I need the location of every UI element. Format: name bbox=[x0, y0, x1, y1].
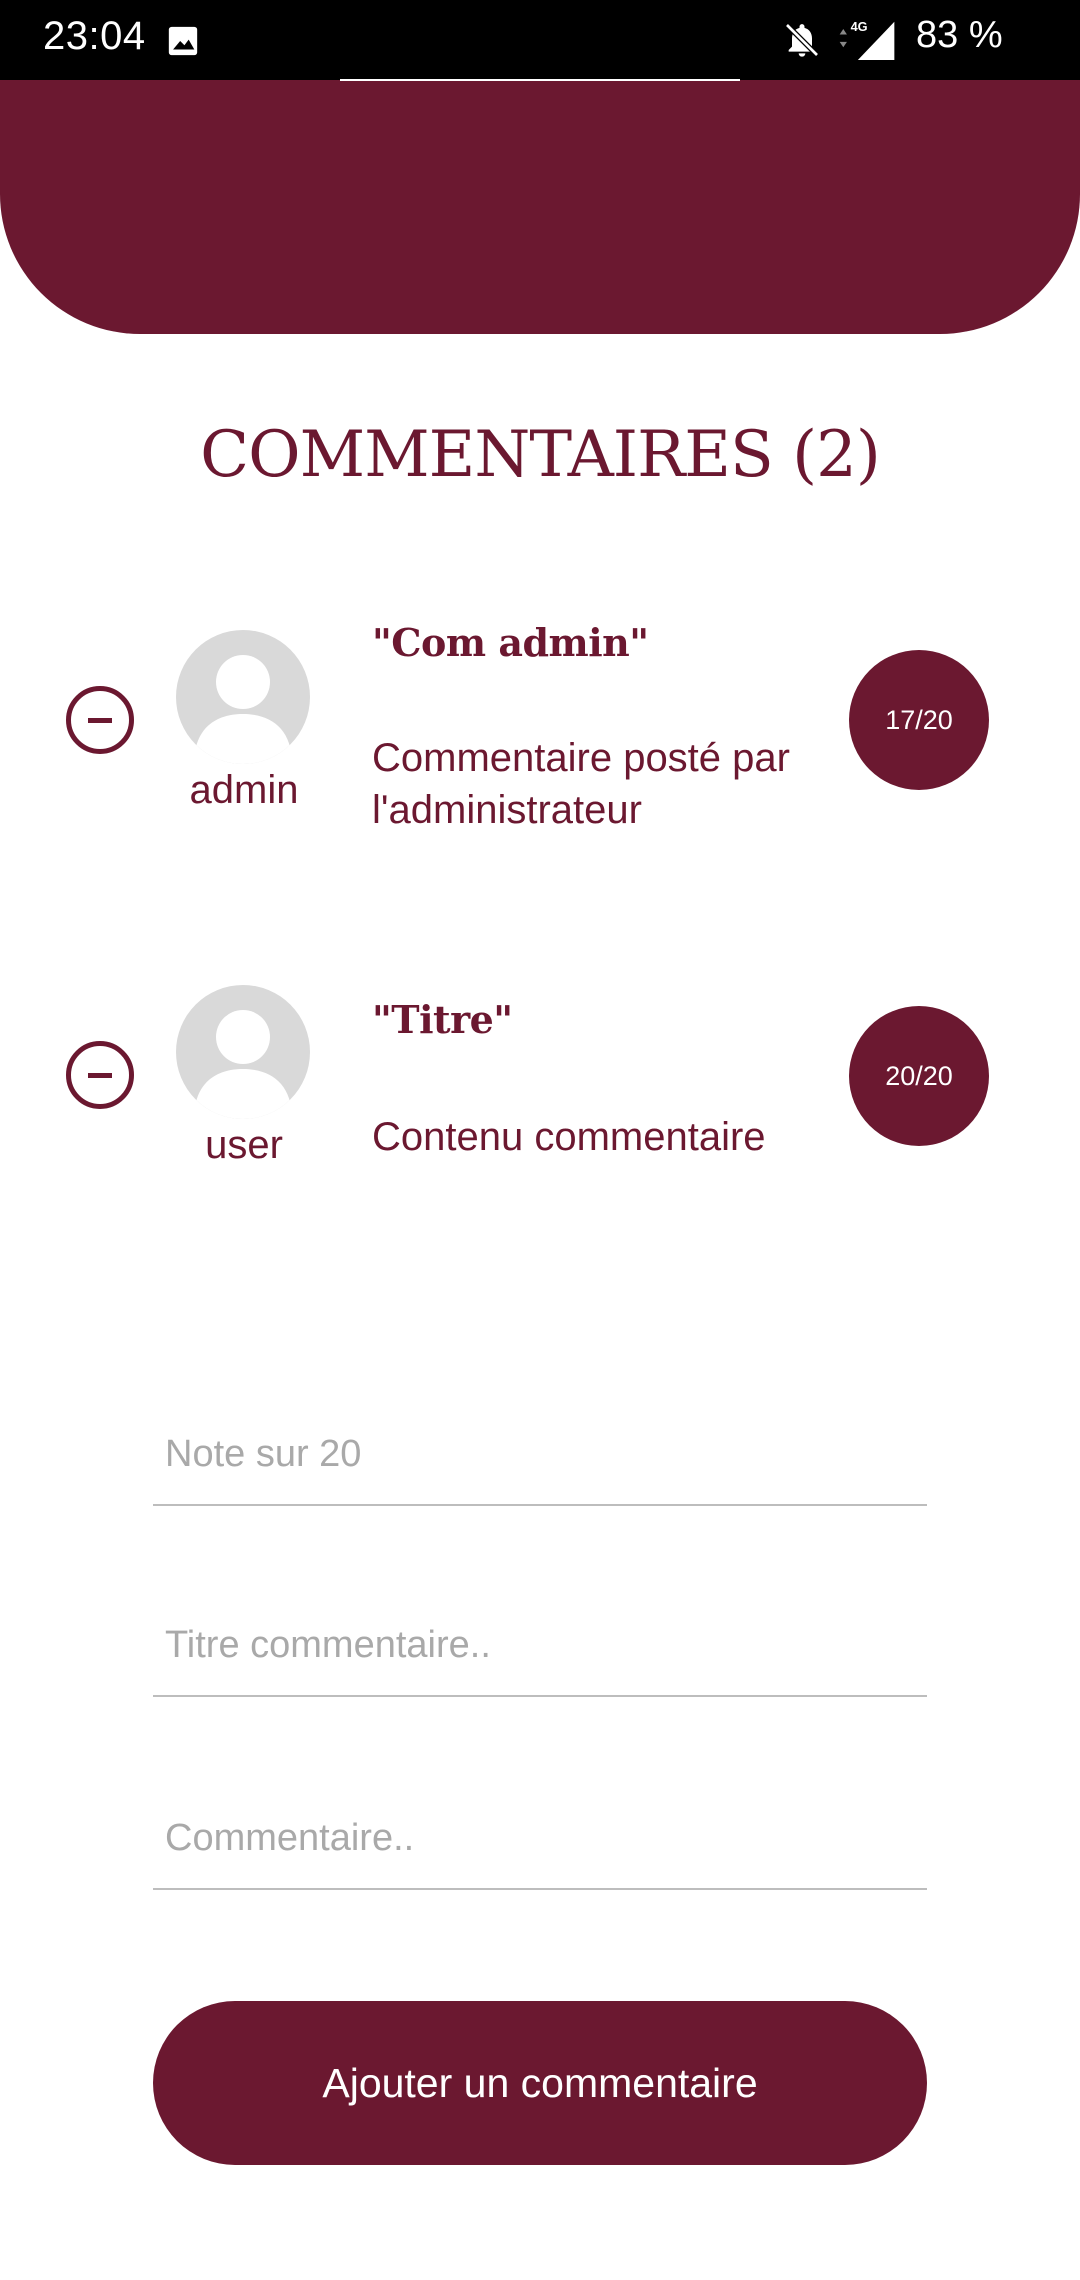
grade-badge: 17/20 bbox=[849, 650, 989, 790]
comment-title: "Com admin" bbox=[372, 620, 649, 665]
grade-badge: 20/20 bbox=[849, 1006, 989, 1146]
comment-body: Contenu commentaire bbox=[372, 1115, 766, 1159]
comment-author: user bbox=[205, 1123, 283, 1167]
header-banner bbox=[0, 80, 1080, 334]
comment-title: "Titre" bbox=[372, 997, 513, 1042]
grade-input[interactable] bbox=[153, 1404, 927, 1504]
signal-4g-icon: 4G bbox=[839, 19, 895, 61]
bell-off-icon bbox=[785, 23, 819, 57]
image-icon bbox=[168, 26, 198, 56]
svg-text:4G: 4G bbox=[851, 19, 868, 34]
title-input[interactable] bbox=[153, 1595, 927, 1695]
comments-title: COMMENTAIRES (2) bbox=[200, 418, 881, 492]
minus-icon bbox=[88, 1073, 112, 1078]
comment-input-field bbox=[153, 1788, 927, 1890]
battery-percent: 83 % bbox=[916, 14, 1003, 56]
minus-circle-icon[interactable] bbox=[66, 1041, 134, 1109]
user-avatar-icon bbox=[176, 630, 310, 764]
minus-icon bbox=[88, 718, 112, 723]
comment-input[interactable] bbox=[153, 1788, 927, 1888]
screen: 23:04 4G 83 % COMMENTAIRES (2) admin "Co… bbox=[0, 0, 1080, 2280]
comment-item: admin "Com admin" Commentaire posté par … bbox=[0, 620, 1080, 850]
comment-body: Commentaire posté par l'administrateur bbox=[372, 736, 790, 832]
user-avatar-icon bbox=[176, 985, 310, 1119]
comment-item: user "Titre" Contenu commentaire 20/20 bbox=[0, 975, 1080, 1205]
status-bar: 23:04 4G 83 % bbox=[0, 0, 1080, 80]
comment-author: admin bbox=[189, 768, 299, 812]
add-comment-button[interactable]: Ajouter un commentaire bbox=[153, 2001, 927, 2165]
status-time: 23:04 bbox=[43, 14, 146, 58]
minus-circle-icon[interactable] bbox=[66, 686, 134, 754]
title-input-field bbox=[153, 1595, 927, 1697]
header-divider bbox=[340, 79, 740, 81]
grade-input-field bbox=[153, 1404, 927, 1506]
